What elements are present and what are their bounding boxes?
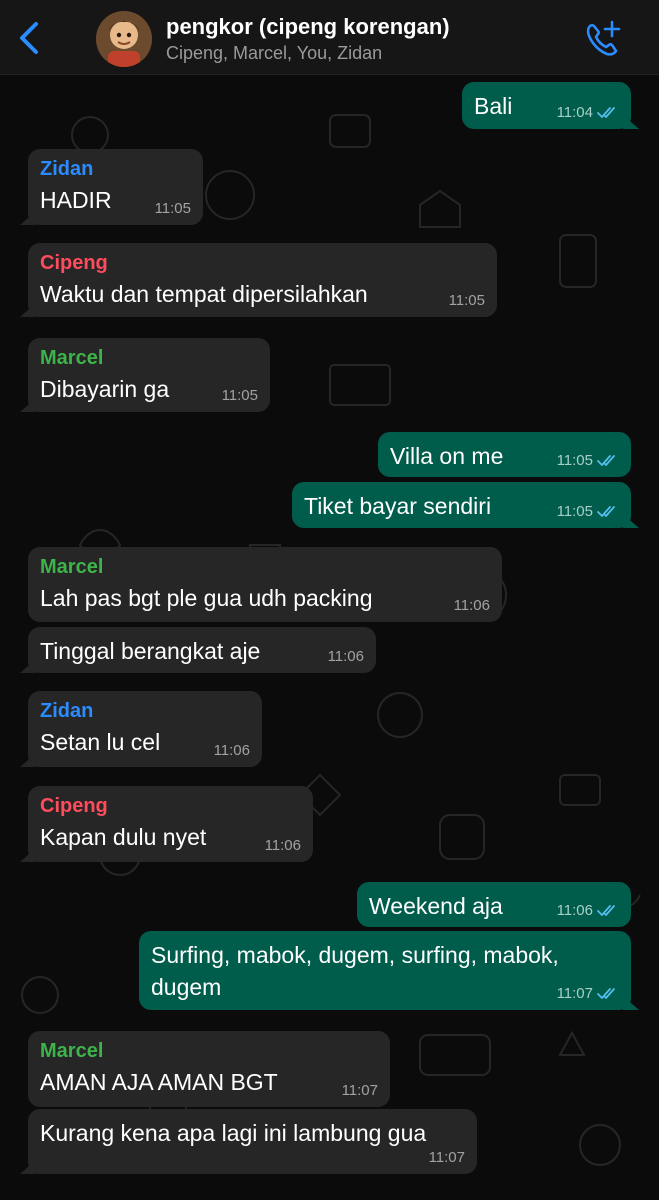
chat-title[interactable]: pengkor (cipeng korengan) <box>166 14 450 40</box>
message-bubble[interactable]: Surfing, mabok, dugem, surfing, mabok, d… <box>139 931 631 1010</box>
message-meta: 11:07 <box>429 1149 465 1166</box>
message-bubble[interactable]: Marcel Lah pas bgt ple gua udh packing 1… <box>28 547 502 622</box>
message-list[interactable]: Bali 11:04 Zidan HADIR 11:05 Cipeng Wakt… <box>0 75 659 1200</box>
message-bubble[interactable]: Tinggal berangkat aje 11:06 <box>28 627 376 673</box>
message-meta: 11:06 <box>214 742 250 759</box>
message-time: 11:07 <box>556 985 593 1002</box>
message-meta: 11:05 <box>222 387 258 404</box>
back-button[interactable] <box>14 19 48 57</box>
message-time: 11:05 <box>556 503 593 520</box>
sender-name: Zidan <box>40 700 94 722</box>
message-bubble[interactable]: Marcel Dibayarin ga 11:05 <box>28 338 270 412</box>
message-text: Kurang kena apa lagi ini lambung gua <box>40 1120 427 1146</box>
message-meta: 11:05 <box>557 452 619 469</box>
message-time: 11:06 <box>453 597 490 614</box>
message-time: 11:04 <box>556 104 593 121</box>
message-text: AMAN AJA AMAN BGT <box>40 1069 278 1095</box>
message-time: 11:05 <box>154 200 191 217</box>
message-bubble[interactable]: Kurang kena apa lagi ini lambung gua 11:… <box>28 1109 477 1174</box>
message-time: 11:06 <box>556 902 593 919</box>
double-check-icon <box>597 904 615 916</box>
message-time: 11:05 <box>448 292 485 309</box>
message-text: Surfing, mabok, dugem, surfing, mabok, d… <box>151 942 559 1000</box>
double-check-icon <box>597 987 615 999</box>
message-bubble[interactable]: Cipeng Waktu dan tempat dipersilahkan 11… <box>28 243 497 317</box>
message-bubble[interactable]: Villa on me 11:05 <box>378 432 631 477</box>
message-meta: 11:06 <box>265 837 301 854</box>
sender-name: Cipeng <box>40 252 108 274</box>
chat-header: pengkor (cipeng korengan) Cipeng, Marcel… <box>0 0 659 75</box>
message-bubble[interactable]: Tiket bayar sendiri 11:05 <box>292 482 631 528</box>
message-meta: 11:07 <box>557 985 619 1002</box>
phone-add-icon <box>586 20 621 56</box>
message-text: Waktu dan tempat dipersilahkan <box>40 281 368 307</box>
message-bubble[interactable]: Zidan Setan lu cel 11:06 <box>28 691 262 767</box>
add-call-button[interactable] <box>582 18 626 58</box>
message-meta: 11:07 <box>342 1082 378 1099</box>
message-time: 11:06 <box>327 648 364 665</box>
message-bubble[interactable]: Zidan HADIR 11:05 <box>28 149 203 225</box>
message-meta: 11:06 <box>557 902 619 919</box>
message-bubble[interactable]: Marcel AMAN AJA AMAN BGT 11:07 <box>28 1031 390 1107</box>
message-time: 11:07 <box>428 1149 465 1166</box>
sender-name: Marcel <box>40 556 104 578</box>
sender-name: Marcel <box>40 347 104 369</box>
message-meta: 11:05 <box>155 200 191 217</box>
message-meta: 11:06 <box>454 597 490 614</box>
message-text: Kapan dulu nyet <box>40 824 207 850</box>
group-avatar[interactable] <box>96 11 152 67</box>
message-bubble[interactable]: Cipeng Kapan dulu nyet 11:06 <box>28 786 313 862</box>
message-bubble[interactable]: Weekend aja 11:06 <box>357 882 631 927</box>
message-time: 11:07 <box>341 1082 378 1099</box>
message-meta: 11:05 <box>557 503 619 520</box>
double-check-icon <box>597 106 615 118</box>
sender-name: Zidan <box>40 158 94 180</box>
message-text: Tinggal berangkat aje <box>40 638 261 664</box>
chevron-left-icon <box>20 22 38 54</box>
double-check-icon <box>597 505 615 517</box>
double-check-icon <box>597 454 615 466</box>
message-meta: 11:06 <box>328 648 364 665</box>
message-time: 11:05 <box>556 452 593 469</box>
message-text: Lah pas bgt ple gua udh packing <box>40 585 373 611</box>
message-meta: 11:05 <box>449 292 485 309</box>
message-time: 11:05 <box>221 387 258 404</box>
chat-participants[interactable]: Cipeng, Marcel, You, Zidan <box>166 43 382 64</box>
message-time: 11:06 <box>213 742 250 759</box>
message-meta: 11:04 <box>557 104 619 121</box>
message-time: 11:06 <box>264 837 301 854</box>
sender-name: Marcel <box>40 1040 104 1062</box>
message-bubble[interactable]: Bali 11:04 <box>462 82 631 129</box>
sender-name: Cipeng <box>40 795 108 817</box>
